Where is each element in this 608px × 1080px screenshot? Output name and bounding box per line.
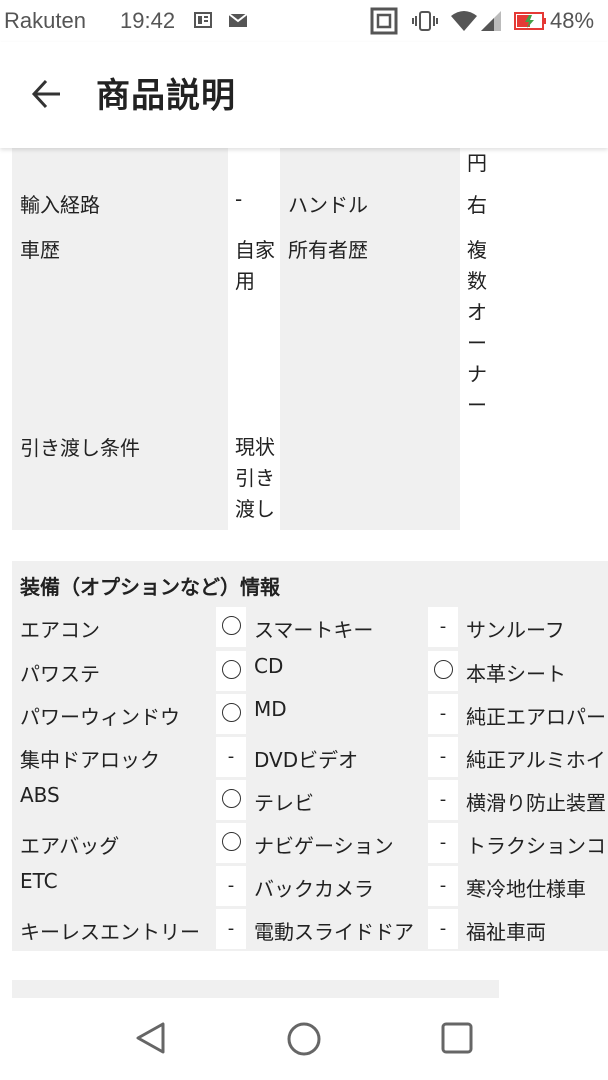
recents-square-icon[interactable] bbox=[439, 1020, 475, 1056]
equipment-value: - bbox=[216, 737, 246, 777]
arrow-left-icon[interactable] bbox=[22, 70, 70, 118]
spec-value-history: 自家 用 bbox=[228, 228, 280, 424]
equipment-label: ETC bbox=[20, 869, 58, 893]
equipment-label: 横滑り防止装置 bbox=[466, 791, 606, 815]
spec-value2-empty bbox=[460, 428, 498, 530]
circle-mark-icon bbox=[221, 660, 241, 679]
vibrate-icon bbox=[412, 11, 438, 31]
circle-mark-icon bbox=[221, 789, 241, 808]
navigation-bar bbox=[0, 998, 608, 1080]
equipment-value: - bbox=[216, 909, 246, 949]
equipment-label: 電動スライドドア bbox=[254, 920, 414, 944]
spec-label-handle: ハンドル bbox=[288, 193, 368, 217]
equipment-label: CD bbox=[254, 654, 284, 678]
equipment-label: 純正アルミホイ bbox=[466, 748, 606, 772]
equipment-label: バックカメラ bbox=[254, 877, 374, 901]
equipment-value bbox=[216, 651, 246, 691]
spec-value bbox=[228, 148, 280, 182]
equipment-value bbox=[216, 694, 246, 734]
equipment-value bbox=[216, 823, 246, 863]
equipment-value bbox=[428, 651, 458, 691]
equipment-label: ABS bbox=[20, 783, 60, 807]
equipment-label: 純正エアロパー bbox=[466, 705, 606, 729]
circle-mark-icon bbox=[433, 660, 453, 679]
equipment-label: パワーウィンドウ bbox=[20, 705, 180, 729]
signal-icon bbox=[481, 11, 501, 31]
equipment-label: 本革シート bbox=[466, 662, 566, 686]
status-bar: Rakuten 19:42 48% bbox=[0, 0, 608, 42]
next-section-header bbox=[12, 980, 499, 998]
equipment-label: テレビ bbox=[254, 791, 314, 815]
status-time: 19:42 bbox=[120, 8, 176, 33]
back-triangle-icon[interactable] bbox=[133, 1020, 169, 1056]
spec-label-delivery: 引き渡し条件 bbox=[20, 436, 140, 460]
equipment-value: - bbox=[216, 866, 246, 906]
spec-label-history: 車歴 bbox=[20, 238, 60, 262]
equipment-label: キーレスエントリー bbox=[20, 920, 200, 944]
carrier-name: Rakuten bbox=[4, 8, 86, 33]
equipment-value: - bbox=[428, 866, 458, 906]
page-title: 商品説明 bbox=[96, 76, 236, 116]
equipment-title: 装備（オプションなど）情報 bbox=[20, 575, 280, 599]
equipment-value: - bbox=[428, 780, 458, 820]
spec-label-owner-history: 所有者歴 bbox=[288, 238, 368, 262]
equipment-label: 福祉車両 bbox=[466, 920, 546, 944]
spec-value-delivery: 現状 引き 渡し bbox=[228, 428, 280, 530]
equipment-value: - bbox=[428, 607, 458, 647]
equipment-value: - bbox=[428, 737, 458, 777]
equipment-label: パワステ bbox=[20, 662, 100, 686]
equipment-label: トラクションコ bbox=[466, 834, 606, 858]
circle-mark-icon bbox=[221, 703, 241, 722]
equipment-value bbox=[216, 607, 246, 647]
circle-mark-icon bbox=[221, 616, 241, 635]
battery-percent: 48% bbox=[550, 8, 595, 33]
equipment-label: エアバッグ bbox=[20, 834, 120, 858]
equipment-label: 集中ドアロック bbox=[20, 748, 160, 772]
spec-value2: 円 bbox=[460, 148, 498, 182]
home-circle-icon[interactable] bbox=[285, 1020, 323, 1058]
equipment-label: サンルーフ bbox=[466, 618, 565, 642]
spec-value-handle: 右 bbox=[460, 184, 498, 224]
equipment-label: スマートキー bbox=[254, 618, 374, 642]
mail-icon bbox=[228, 13, 248, 27]
spec-value-owner-history: 複 数 オ ー ナ ー bbox=[460, 228, 498, 424]
spec-label-import-route: 輸入経路 bbox=[20, 193, 100, 217]
wifi-icon bbox=[451, 11, 477, 31]
battery-charging-icon bbox=[514, 12, 546, 30]
app-bar: 商品説明 bbox=[0, 42, 608, 148]
equipment-label: ナビゲーション bbox=[254, 834, 394, 858]
equipment-value bbox=[216, 780, 246, 820]
equipment-value: - bbox=[428, 694, 458, 734]
equipment-label: 寒冷地仕様車 bbox=[466, 877, 586, 901]
product-description-content: 円 輸入経路 - ハンドル 右 車歴 自家 用 所有者歴 複 数 オ ー ナ ー… bbox=[0, 148, 608, 998]
nfc-icon bbox=[370, 7, 398, 35]
circle-mark-icon bbox=[221, 832, 241, 851]
equipment-label: MD bbox=[254, 697, 287, 721]
news-icon bbox=[194, 12, 212, 28]
equipment-value: - bbox=[428, 823, 458, 863]
spec-value-import-route: - bbox=[228, 184, 280, 224]
equipment-label: DVDビデオ bbox=[254, 748, 359, 772]
equipment-label: エアコン bbox=[20, 618, 100, 642]
equipment-value: - bbox=[428, 909, 458, 949]
